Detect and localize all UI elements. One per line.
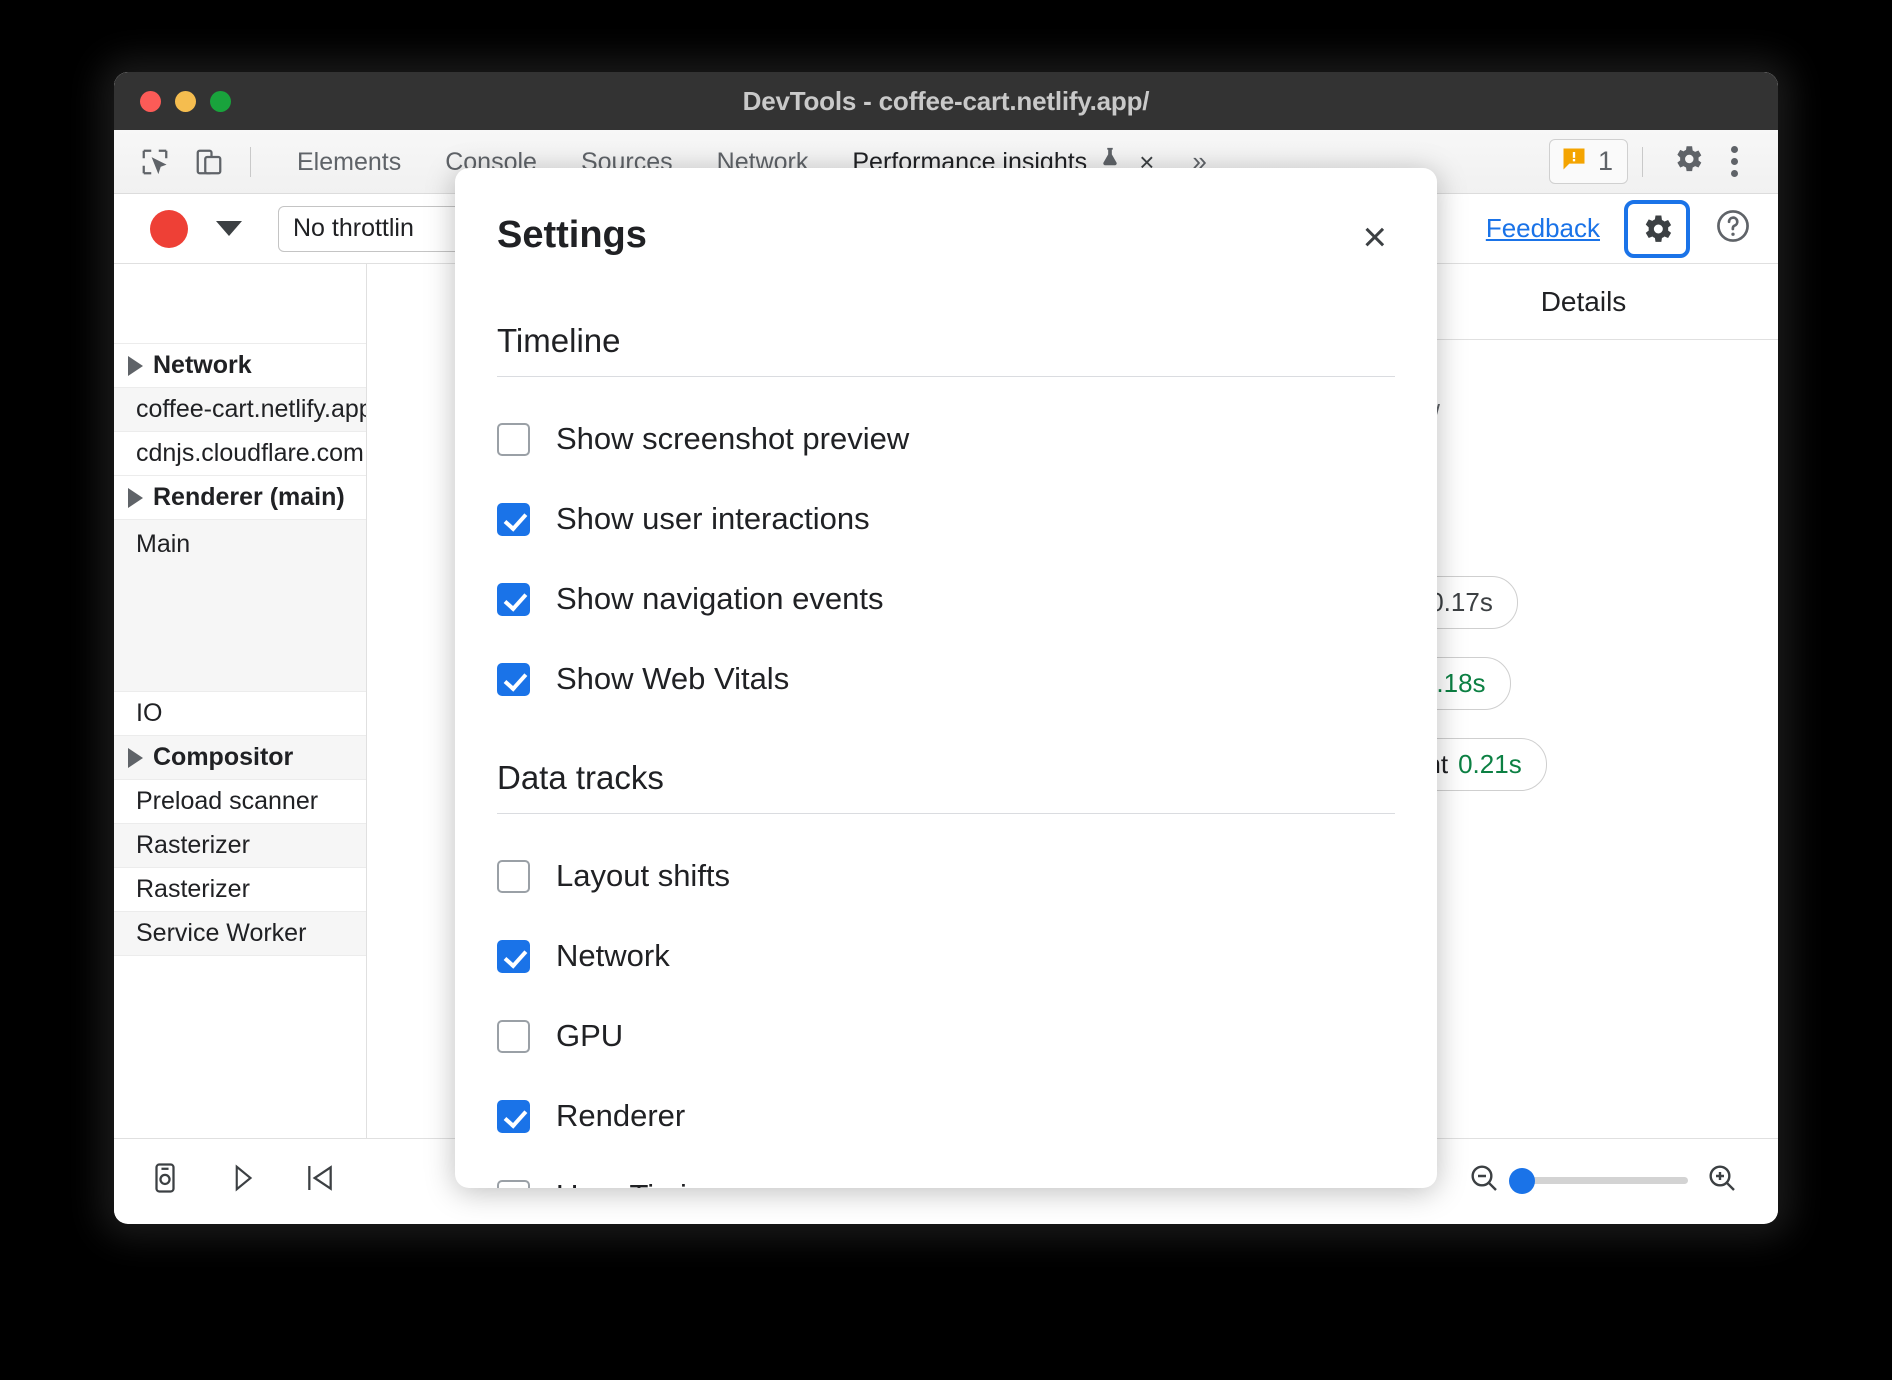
checkbox-row-network[interactable]: Network: [497, 938, 1395, 974]
section-title-timeline: Timeline: [497, 322, 1395, 360]
sidebar-item-preload-scanner[interactable]: Preload scanner: [114, 780, 366, 824]
chevron-down-icon[interactable]: [216, 221, 242, 236]
kebab-icon[interactable]: [1709, 146, 1756, 177]
metric-value: 0.21s: [1458, 749, 1522, 780]
sidebar-group-renderer-label: Renderer (main): [153, 483, 345, 512]
record-button[interactable]: [150, 210, 188, 248]
checkbox-show-navigation-events[interactable]: [497, 583, 530, 616]
tab-elements[interactable]: Elements: [275, 130, 423, 194]
sidebar-item-coffee-cart[interactable]: coffee-cart.netlify.app: [114, 388, 366, 432]
zoom-slider[interactable]: [1518, 1177, 1688, 1184]
chevron-right-icon[interactable]: [128, 356, 143, 376]
checkbox-label: Show user interactions: [556, 501, 870, 537]
zoom-in-icon[interactable]: [1706, 1162, 1738, 1199]
settings-dialog: Settings × Timeline Show screenshot prev…: [455, 168, 1437, 1188]
sidebar-group-network[interactable]: Network: [114, 344, 366, 388]
settings-dialog-title: Settings: [497, 214, 647, 257]
checkbox-label: Layout shifts: [556, 858, 730, 894]
sidebar-spacer: [114, 264, 366, 344]
checkbox-show-user-interactions[interactable]: [497, 503, 530, 536]
tabstrip-right-tools: 1: [1549, 139, 1778, 184]
checkbox-label: User Timings: [556, 1178, 737, 1188]
checkbox-layout-shifts[interactable]: [497, 860, 530, 893]
track-sidebar: Network coffee-cart.netlify.app cdnjs.cl…: [114, 264, 367, 1138]
checkbox-row-show-screenshot-preview[interactable]: Show screenshot preview: [497, 421, 1395, 457]
sidebar-item-io[interactable]: IO: [114, 692, 366, 736]
checkbox-row-renderer[interactable]: Renderer: [497, 1098, 1395, 1134]
chevron-right-icon[interactable]: [128, 748, 143, 768]
zoom-slider-knob[interactable]: [1509, 1168, 1535, 1194]
sidebar-group-network-label: Network: [153, 351, 252, 380]
checkbox-network[interactable]: [497, 940, 530, 973]
details-header: Details: [1389, 264, 1778, 340]
device-toolbar-icon[interactable]: [186, 139, 232, 185]
zoom-out-icon[interactable]: [1468, 1162, 1500, 1199]
sidebar-item-service-worker[interactable]: Service Worker: [114, 912, 366, 956]
chevron-right-icon[interactable]: [128, 488, 143, 508]
toolbar-divider: [250, 147, 251, 177]
sidebar-group-compositor-label: Compositor: [153, 743, 293, 772]
sidebar-item-rasterizer-1[interactable]: Rasterizer: [114, 824, 366, 868]
tabstrip-left-tools: [114, 139, 261, 185]
feedback-link[interactable]: Feedback: [1486, 213, 1600, 244]
section-title-data-tracks: Data tracks: [497, 759, 1395, 797]
checkbox-row-show-navigation-events[interactable]: Show navigation events: [497, 581, 1395, 617]
checkbox-row-gpu[interactable]: GPU: [497, 1018, 1395, 1054]
sidebar-item-rasterizer-2[interactable]: Rasterizer: [114, 868, 366, 912]
details-body: t rt.netlify.app/ request request t Load…: [1389, 340, 1778, 791]
checkbox-label: Network: [556, 938, 670, 974]
screenshot-toggle-icon[interactable]: [148, 1161, 182, 1200]
checkbox-label: Show navigation events: [556, 581, 883, 617]
sidebar-group-compositor[interactable]: Compositor: [114, 736, 366, 780]
settings-dialog-header: Settings ×: [497, 168, 1395, 260]
play-icon[interactable]: [228, 1161, 258, 1200]
capture-settings-button[interactable]: [1624, 200, 1690, 258]
tabstrip-right-divider: [1642, 147, 1643, 177]
checkbox-label: Show Web Vitals: [556, 661, 789, 697]
inspect-icon[interactable]: [132, 139, 178, 185]
checkbox-row-user-timings[interactable]: User Timings: [497, 1178, 1395, 1188]
sidebar-item-main[interactable]: Main: [114, 520, 366, 692]
checkbox-label: GPU: [556, 1018, 623, 1054]
section-divider: [497, 376, 1395, 377]
checkbox-label: Renderer: [556, 1098, 685, 1134]
jump-to-start-icon[interactable]: [304, 1161, 336, 1200]
sidebar-group-renderer-main[interactable]: Renderer (main): [114, 476, 366, 520]
details-pane: Details t rt.netlify.app/ request reques…: [1388, 264, 1778, 1138]
zoom-controls: [1468, 1162, 1778, 1199]
gear-icon[interactable]: [1671, 142, 1705, 181]
checkbox-user-timings[interactable]: [497, 1180, 530, 1189]
metric-value: 0.17s: [1429, 587, 1493, 618]
warning-icon: [1560, 145, 1588, 178]
performance-toolbar-right: Feedback: [1486, 200, 1778, 258]
warning-count: 1: [1598, 146, 1613, 177]
screen-root: DevTools - coffee-cart.netlify.app/: [0, 0, 1892, 1380]
checkbox-label: Show screenshot preview: [556, 421, 909, 457]
checkbox-gpu[interactable]: [497, 1020, 530, 1053]
checkbox-show-screenshot-preview[interactable]: [497, 423, 530, 456]
checkbox-row-show-web-vitals[interactable]: Show Web Vitals: [497, 661, 1395, 697]
window-titlebar: DevTools - coffee-cart.netlify.app/: [114, 72, 1778, 130]
checkbox-row-show-user-interactions[interactable]: Show user interactions: [497, 501, 1395, 537]
bottom-toolbar-icons: [114, 1161, 336, 1200]
checkbox-show-web-vitals[interactable]: [497, 663, 530, 696]
checkbox-row-layout-shifts[interactable]: Layout shifts: [497, 858, 1395, 894]
window-title: DevTools - coffee-cart.netlify.app/: [114, 86, 1778, 117]
warning-badge[interactable]: 1: [1549, 139, 1628, 184]
section-divider: [497, 813, 1395, 814]
checkbox-renderer[interactable]: [497, 1100, 530, 1133]
help-icon[interactable]: [1714, 207, 1752, 250]
sidebar-item-cdnjs[interactable]: cdnjs.cloudflare.com: [114, 432, 366, 476]
close-icon[interactable]: ×: [1354, 214, 1395, 260]
